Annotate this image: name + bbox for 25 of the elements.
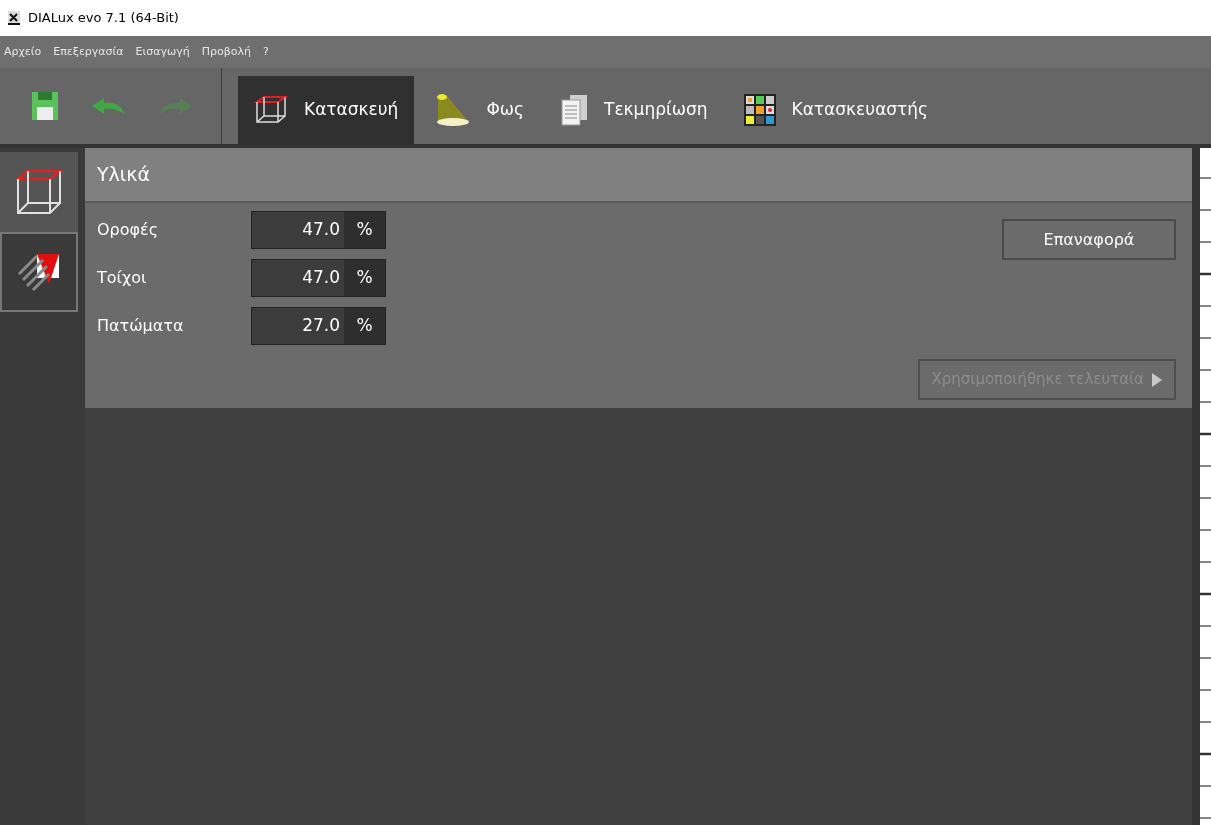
panel-title: Υλικά: [97, 162, 150, 188]
side-tool-button[interactable]: [0, 232, 78, 312]
material-label: Τοίχοι: [97, 267, 148, 289]
menu-item[interactable]: Αρχείο: [4, 43, 42, 61]
lamp-icon: [434, 93, 471, 127]
tab-label: Κατασκευαστής: [791, 98, 929, 122]
app-logo-icon: [8, 11, 20, 25]
menu-item[interactable]: ?: [262, 43, 269, 61]
material-label: Οροφές: [97, 219, 160, 241]
menu-item[interactable]: Προβολή: [201, 43, 251, 61]
window-title: DIALux evo 7.1 (64-Bit): [28, 9, 179, 28]
tab-label: Κατασκευή: [304, 98, 399, 122]
side-tool-button[interactable]: [0, 152, 78, 232]
tab[interactable]: Κατασκευή: [238, 76, 415, 144]
tab-label: Φως: [486, 98, 524, 122]
cube-icon: [14, 167, 64, 217]
cube-icon: [254, 94, 288, 126]
documents-icon: [560, 94, 588, 126]
material-label: Πατώματα: [97, 315, 185, 337]
menu-item[interactable]: Επεξεργασία: [53, 43, 124, 61]
product-grid-icon: [743, 94, 776, 126]
menu-item[interactable]: Εισαγωγή: [135, 43, 190, 61]
reset-button[interactable]: Επαναφορά: [1002, 219, 1176, 260]
tab-label: Τεκμηρίωση: [604, 98, 708, 122]
play-arrow-icon: [1152, 372, 1162, 387]
